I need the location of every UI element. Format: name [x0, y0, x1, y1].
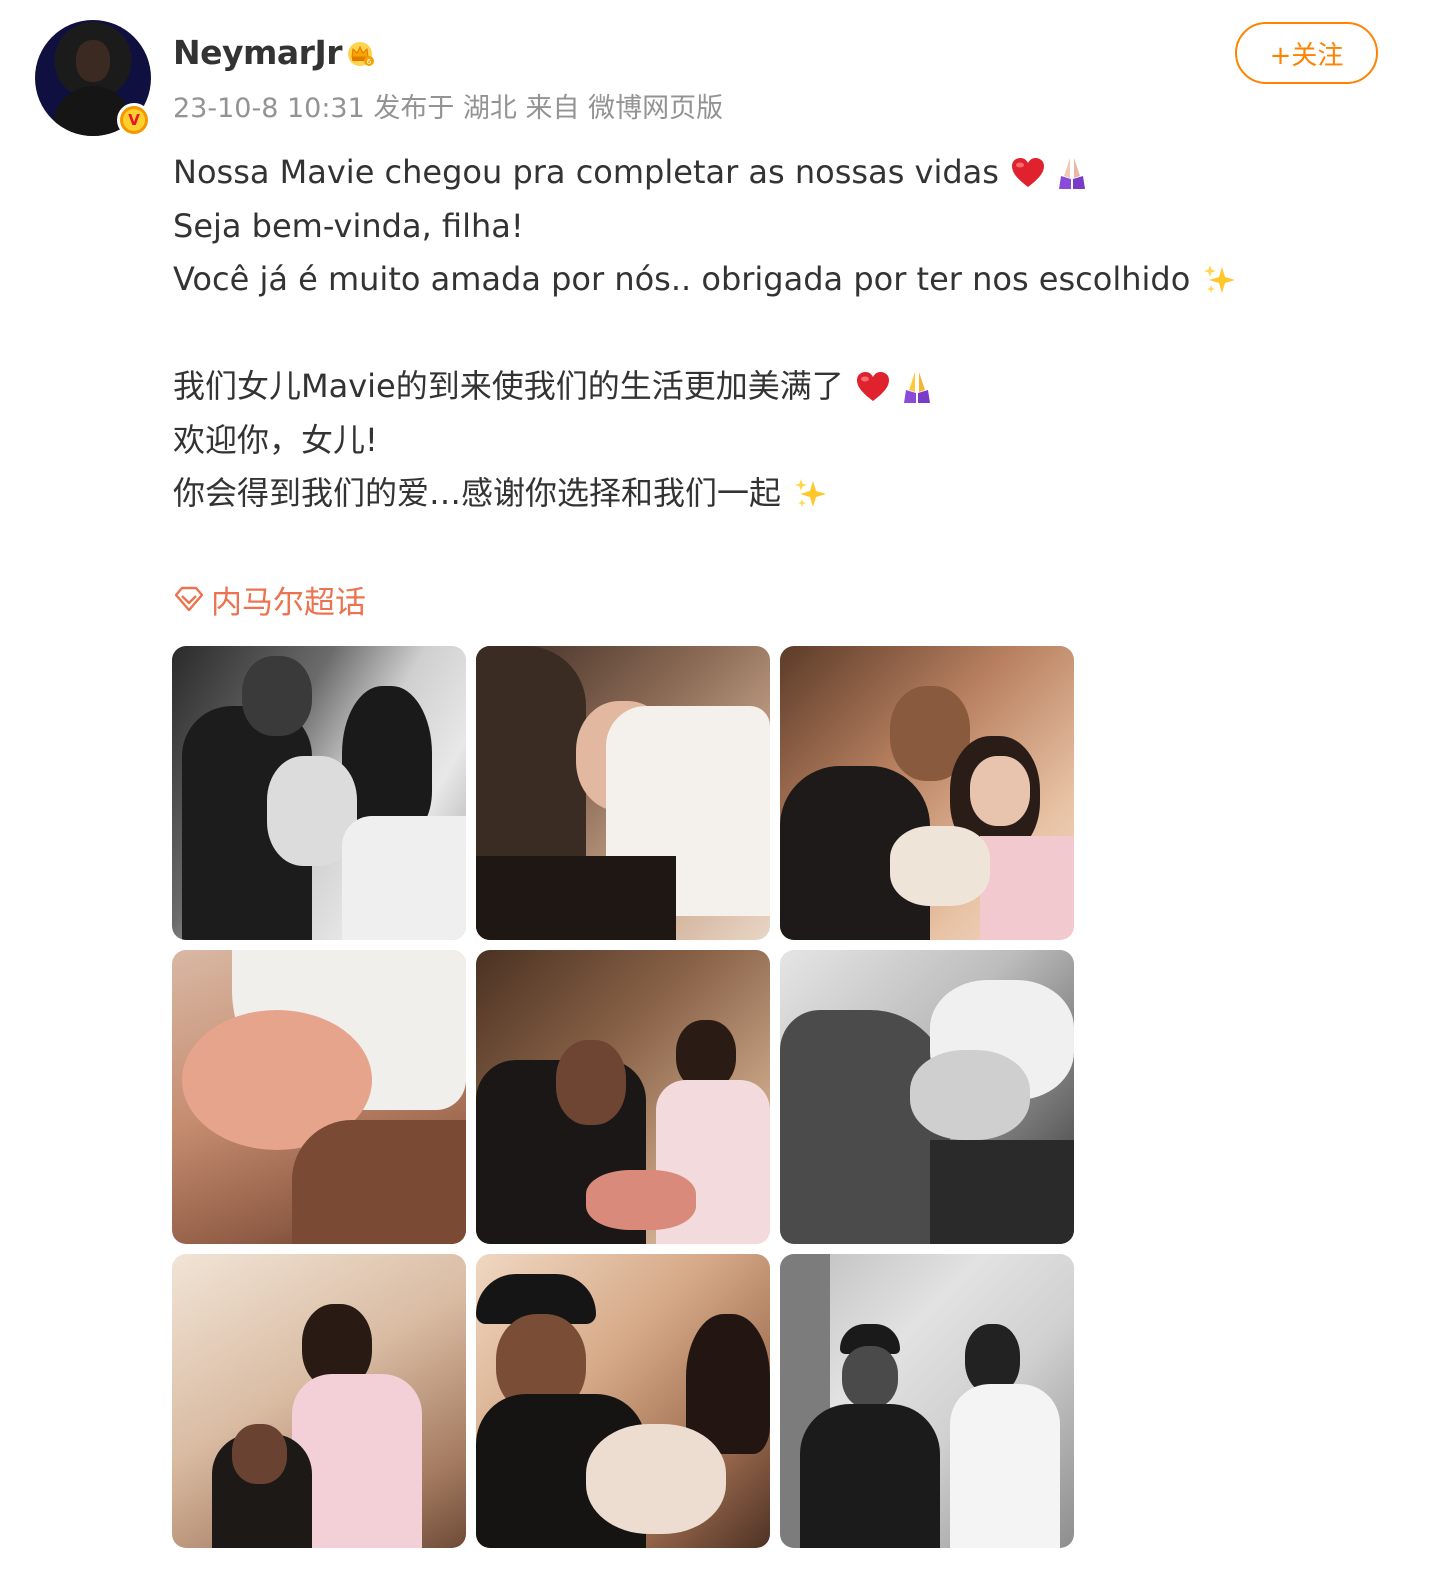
sparkles-emoji-icon	[1204, 264, 1236, 293]
photo-2[interactable]	[476, 646, 770, 940]
praying-hands-emoji-icon	[1058, 157, 1085, 189]
post-text-5: 欢迎你，女儿!	[173, 420, 378, 459]
post-line-2: Seja bem-vinda, filha!	[173, 200, 1238, 254]
post-line-1: Nossa Mavie chegou pra completar as noss…	[173, 146, 1238, 200]
post-text-4: 我们女儿Mavie的到来使我们的生活更加美满了	[173, 367, 844, 405]
photo-5[interactable]	[476, 950, 770, 1244]
verified-letter: V	[123, 109, 145, 131]
super-topic-label: 内马尔超话	[211, 584, 366, 621]
heart-emoji-icon	[1011, 157, 1044, 187]
post-line-3: Você já é muito amada por nós.. obrigada…	[173, 253, 1238, 307]
post-text-2: Seja bem-vinda, filha!	[173, 206, 524, 245]
photo-7[interactable]	[172, 1254, 466, 1548]
weibo-post: V NeymarJr 6 23-10-8 10:31 发布于 湖北 来自 微博网…	[0, 0, 1432, 1587]
avatar-head-shape	[76, 40, 110, 82]
sparkles-emoji-icon	[795, 478, 827, 507]
heart-emoji-icon	[856, 371, 889, 401]
post-line-5: 欢迎你，女儿!	[173, 414, 1238, 468]
photo-9[interactable]	[780, 1254, 1074, 1548]
photo-1[interactable]	[172, 646, 466, 940]
crown-member-icon[interactable]: 6	[345, 40, 375, 68]
post-text-1: Nossa Mavie chegou pra completar as noss…	[173, 153, 999, 191]
post-text-3: Você já é muito amada por nós.. obrigada…	[173, 260, 1191, 298]
svg-text:6: 6	[367, 58, 372, 66]
photo-4[interactable]	[172, 950, 466, 1244]
praying-hands-emoji-icon	[903, 371, 930, 403]
username[interactable]: NeymarJr	[173, 30, 343, 76]
photo-8[interactable]	[476, 1254, 770, 1548]
post-line-4: 我们女儿Mavie的到来使我们的生活更加美满了	[173, 360, 1238, 414]
super-topic-link[interactable]: 内马尔超话	[173, 578, 366, 621]
post-line-6: 你会得到我们的爱…感谢你选择和我们一起	[173, 467, 1238, 521]
post-meta: 23-10-8 10:31 发布于 湖北 来自 微博网页版	[173, 93, 724, 124]
follow-button[interactable]: +关注	[1235, 22, 1378, 84]
photo-6[interactable]	[780, 950, 1074, 1244]
verified-badge-icon: V	[117, 103, 151, 137]
diamond-topic-icon	[174, 586, 204, 612]
photo-3[interactable]	[780, 646, 1074, 940]
post-content: Nossa Mavie chegou pra completar as noss…	[173, 146, 1238, 521]
post-text-6: 你会得到我们的爱…感谢你选择和我们一起	[173, 474, 782, 512]
photo-grid	[172, 646, 1075, 1550]
